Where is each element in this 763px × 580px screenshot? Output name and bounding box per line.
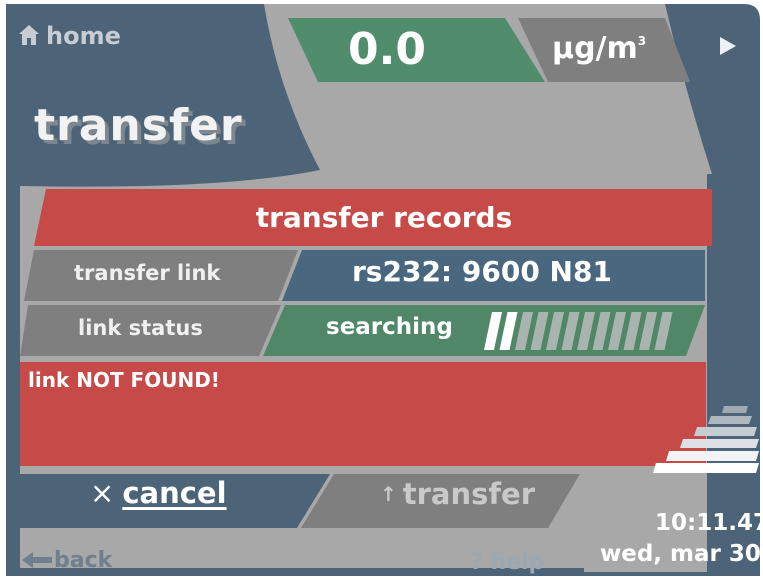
cancel-label: cancel	[122, 476, 227, 510]
link-status-value: searching	[326, 314, 453, 340]
cancel-button[interactable]: × cancel	[90, 479, 227, 508]
clock-time: 10:11.47	[655, 510, 763, 536]
back-button[interactable]: back	[22, 550, 112, 572]
home-icon	[19, 25, 39, 45]
device-screen: home transfer 0.0 µg/m3 transfer records…	[0, 0, 763, 580]
back-label: back	[54, 548, 113, 573]
home-button[interactable]: home	[18, 24, 121, 48]
transfer-button-label: transfer	[402, 477, 535, 511]
play-arrow-icon[interactable]	[720, 37, 736, 55]
up-arrow-icon: ↑	[380, 482, 397, 506]
transfer-link-label: transfer link	[74, 261, 221, 285]
back-arrow-icon	[22, 552, 52, 568]
link-status-label: link status	[78, 316, 203, 340]
home-label: home	[46, 22, 121, 50]
help-label: help	[490, 550, 545, 575]
help-icon: ?	[470, 550, 483, 575]
help-button[interactable]: ? help	[470, 552, 544, 574]
clock-date: wed, mar 30	[600, 541, 761, 567]
reading-unit: µg/m3	[552, 31, 647, 66]
transfer-link-value[interactable]: rs232: 9600 N81	[352, 258, 612, 286]
close-icon: ×	[90, 476, 115, 510]
link-not-found-message: link NOT FOUND!	[28, 368, 220, 392]
page-title: transfer	[34, 100, 243, 151]
transfer-button[interactable]: ↑ transfer	[380, 480, 535, 509]
transfer-records-title: transfer records	[255, 201, 513, 234]
reading-value: 0.0	[348, 24, 426, 75]
